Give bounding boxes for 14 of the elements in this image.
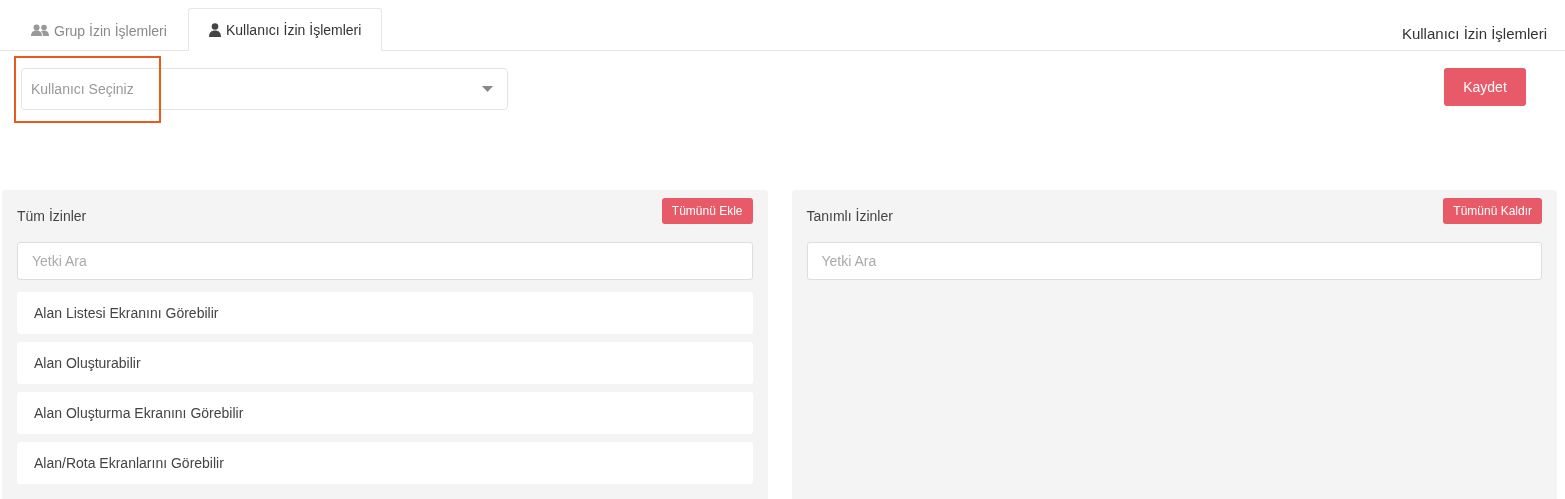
panel-title: Tanımlı İzinler (806, 208, 893, 224)
permission-item[interactable]: Alan Oluşturma Ekranını Görebilir (17, 392, 753, 434)
tab[interactable]: Grup İzin İşlemleri (16, 9, 188, 51)
user-icon (209, 23, 221, 37)
search-field[interactable]: Yetki Ara (806, 242, 1542, 280)
panel-title: Tüm İzinler (17, 208, 87, 224)
users-icon (31, 24, 49, 37)
permission-item[interactable]: Alan Oluşturabilir (17, 342, 753, 384)
tab[interactable]: Kullanıcı İzin İşlemleri (188, 8, 383, 51)
search-field[interactable]: Yetki Ara (17, 242, 753, 280)
permission-item[interactable]: Alan Listesi Ekranını Görebilir (17, 292, 753, 334)
page-title: Kullanıcı İzin İşlemleri (1401, 25, 1547, 44)
caret-icon (482, 86, 493, 92)
permission-item[interactable]: Alan/Rota Ekranlarını Görebilir (17, 442, 753, 484)
